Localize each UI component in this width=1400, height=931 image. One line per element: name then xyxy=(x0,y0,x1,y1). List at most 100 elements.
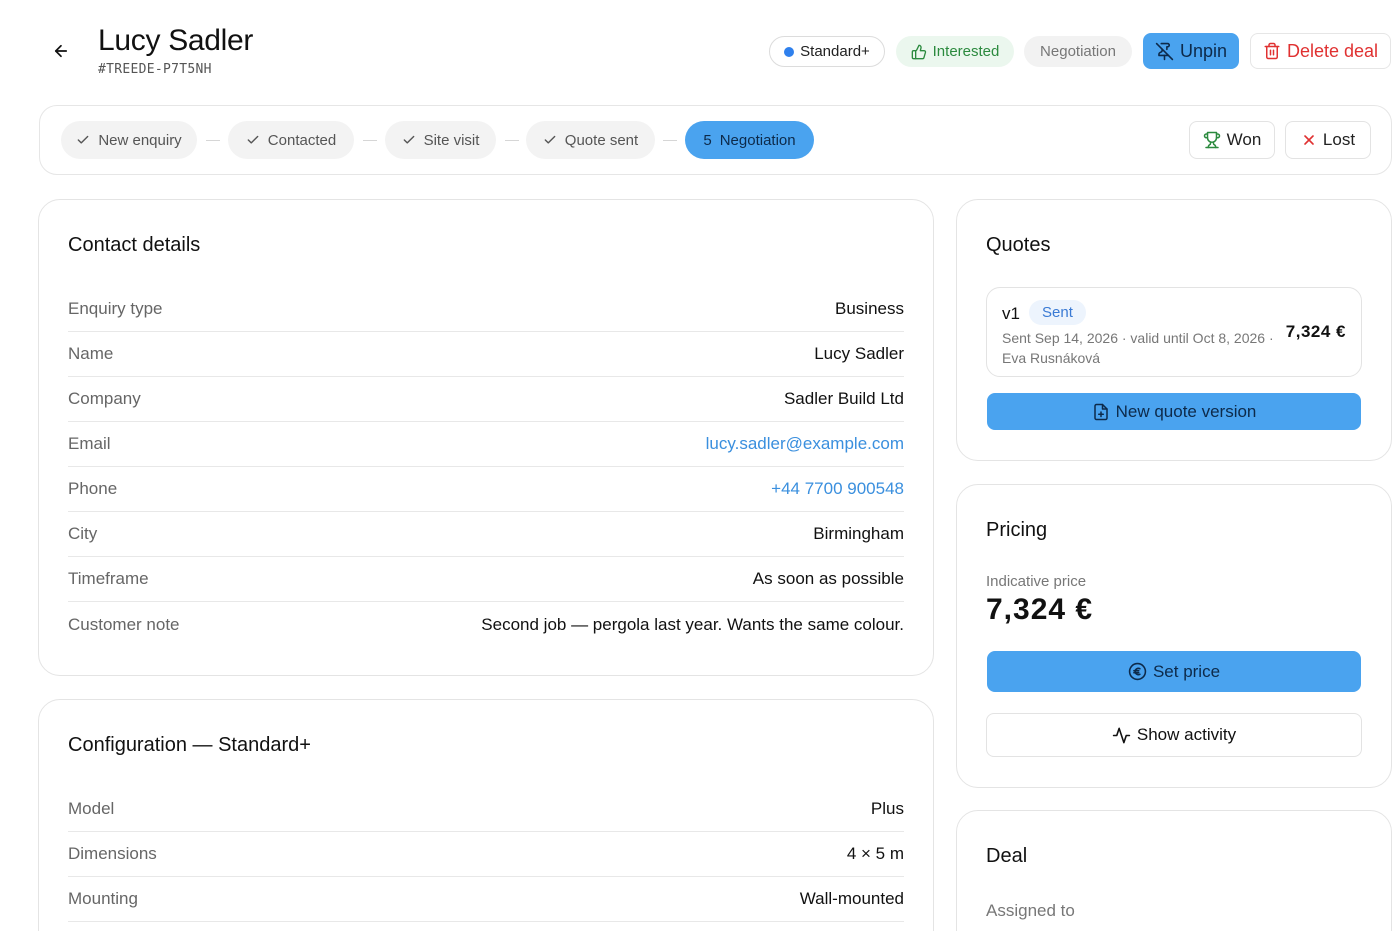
row-value: Sadler Build Ltd xyxy=(783,389,904,408)
configuration-list: Model Plus Dimensions 4 × 5 m Mounting W… xyxy=(68,787,904,922)
quote-amount: 7,324 € xyxy=(1285,322,1346,341)
stage-label: Contacted xyxy=(267,131,337,149)
stage-site-visit[interactable]: Site visit xyxy=(385,121,496,159)
stage-label: New enquiry xyxy=(98,131,182,149)
dot-icon xyxy=(784,46,795,57)
row-label: Company xyxy=(68,389,141,408)
contact-row-city: City Birmingham xyxy=(68,512,904,557)
interest-badge-label: Interested xyxy=(932,43,1000,60)
row-label: Email xyxy=(68,434,111,453)
check-icon xyxy=(76,133,90,147)
x-icon xyxy=(1301,132,1317,148)
set-price-button[interactable]: Set price xyxy=(987,651,1361,692)
unpin-button[interactable]: Unpin xyxy=(1143,33,1239,69)
row-label: Model xyxy=(68,799,115,818)
contact-row-enquiry-type: Enquiry type Business xyxy=(68,287,904,332)
trash-icon xyxy=(1263,42,1281,60)
row-value: As soon as possible xyxy=(752,569,904,588)
mark-lost-button[interactable]: Lost xyxy=(1285,121,1371,159)
thumbs-up-icon xyxy=(911,44,927,60)
contact-details-title: Contact details xyxy=(68,234,201,256)
deal-header: Lucy Sadler #TREEDE-P7T5NH Standard+ Int… xyxy=(0,0,1400,100)
row-label: Dimensions xyxy=(68,844,157,863)
stage-separator xyxy=(505,140,519,141)
stage-contacted[interactable]: Contacted xyxy=(228,121,354,159)
contact-row-customer-note: Customer note Second job — pergola last … xyxy=(68,602,904,647)
stage-negotiation[interactable]: 5 Negotiation xyxy=(685,121,814,159)
stage-badge: Negotiation xyxy=(1024,36,1132,67)
contact-row-phone: Phone +44 7700 900548 xyxy=(68,467,904,512)
config-row-model: Model Plus xyxy=(68,787,904,832)
config-row-mounting: Mounting Wall-mounted xyxy=(68,877,904,922)
deal-title: Deal xyxy=(986,845,1028,867)
pipeline-stages: New enquiry Contacted Site visit Quote s… xyxy=(39,105,1392,175)
deal-card: Deal Assigned to xyxy=(956,810,1392,931)
row-value: Plus xyxy=(870,799,904,818)
stage-quote-sent[interactable]: Quote sent xyxy=(526,121,655,159)
plan-badge-label: Standard+ xyxy=(800,43,870,60)
indicative-price-label: Indicative price xyxy=(986,573,1087,590)
contact-row-name: Name Lucy Sadler xyxy=(68,332,904,377)
row-label: Timeframe xyxy=(68,569,149,588)
configuration-card: Configuration — Standard+ Model Plus Dim… xyxy=(38,699,934,931)
arrow-left-icon xyxy=(52,42,70,60)
set-price-label: Set price xyxy=(1152,661,1221,681)
mark-won-button[interactable]: Won xyxy=(1189,121,1275,159)
activity-icon xyxy=(1112,726,1131,745)
pin-off-icon xyxy=(1155,42,1174,61)
stage-separator xyxy=(206,140,220,141)
row-value: Birmingham xyxy=(813,524,904,543)
quote-status-badge: Sent xyxy=(1029,300,1086,325)
indicative-price-value: 7,324 € xyxy=(986,593,1094,626)
config-row-dimensions: Dimensions 4 × 5 m xyxy=(68,832,904,877)
quotes-title: Quotes xyxy=(986,234,1051,256)
stage-label: Negotiation xyxy=(719,131,796,149)
row-label: Phone xyxy=(68,479,118,498)
stage-label: Quote sent xyxy=(564,131,639,149)
contact-row-timeframe: Timeframe As soon as possible xyxy=(68,557,904,602)
row-value: Business xyxy=(835,299,904,318)
pricing-title: Pricing xyxy=(986,519,1048,541)
new-quote-version-label: New quote version xyxy=(1115,401,1257,421)
contact-details-list: Enquiry type Business Name Lucy Sadler C… xyxy=(68,287,904,647)
configuration-title: Configuration — Standard+ xyxy=(68,734,311,756)
stage-number: 5 xyxy=(703,131,712,149)
check-icon xyxy=(543,133,557,147)
row-value: Second job — pergola last year. Wants th… xyxy=(481,614,904,634)
trophy-icon xyxy=(1203,131,1221,149)
won-label: Won xyxy=(1226,130,1262,149)
stage-new-enquiry[interactable]: New enquiry xyxy=(61,121,197,159)
quote-meta: Sent Sep 14, 2026 · valid until Oct 8, 2… xyxy=(1002,330,1274,366)
stage-label: Site visit xyxy=(423,131,480,149)
contact-row-email: Email lucy.sadler@example.com xyxy=(68,422,904,467)
contact-details-card: Contact details Enquiry type Business Na… xyxy=(38,199,934,676)
show-activity-label: Show activity xyxy=(1136,725,1237,744)
quote-item[interactable]: v1 Sent Sent Sep 14, 2026 · valid until … xyxy=(986,287,1362,377)
show-activity-button[interactable]: Show activity xyxy=(986,713,1362,757)
contact-row-company: Company Sadler Build Ltd xyxy=(68,377,904,422)
page-title: Lucy Sadler xyxy=(98,24,254,57)
interest-badge: Interested xyxy=(896,36,1014,67)
new-quote-version-button[interactable]: New quote version xyxy=(987,393,1361,430)
check-icon xyxy=(246,133,260,147)
delete-deal-button[interactable]: Delete deal xyxy=(1250,33,1391,69)
row-label: Customer note xyxy=(68,614,180,634)
row-value: Wall-mounted xyxy=(799,889,904,908)
file-plus-icon xyxy=(1092,403,1110,421)
stage-separator xyxy=(363,140,377,141)
row-label: Enquiry type xyxy=(68,299,163,318)
assigned-to-label: Assigned to xyxy=(986,901,1075,920)
pricing-card: Pricing Indicative price 7,324 € Set pri… xyxy=(956,484,1392,788)
unpin-button-label: Unpin xyxy=(1179,40,1228,61)
back-button[interactable] xyxy=(48,38,74,64)
email-link[interactable]: lucy.sadler@example.com xyxy=(706,434,904,454)
row-value: Lucy Sadler xyxy=(814,344,904,363)
quote-version: v1 xyxy=(1002,304,1020,323)
check-icon xyxy=(402,133,416,147)
quotes-card: Quotes v1 Sent Sent Sep 14, 2026 · valid… xyxy=(956,199,1392,461)
row-label: City xyxy=(68,524,98,543)
phone-link[interactable]: +44 7700 900548 xyxy=(771,479,904,499)
euro-circle-icon xyxy=(1128,662,1147,681)
plan-badge: Standard+ xyxy=(769,36,885,67)
row-label: Name xyxy=(68,344,114,363)
